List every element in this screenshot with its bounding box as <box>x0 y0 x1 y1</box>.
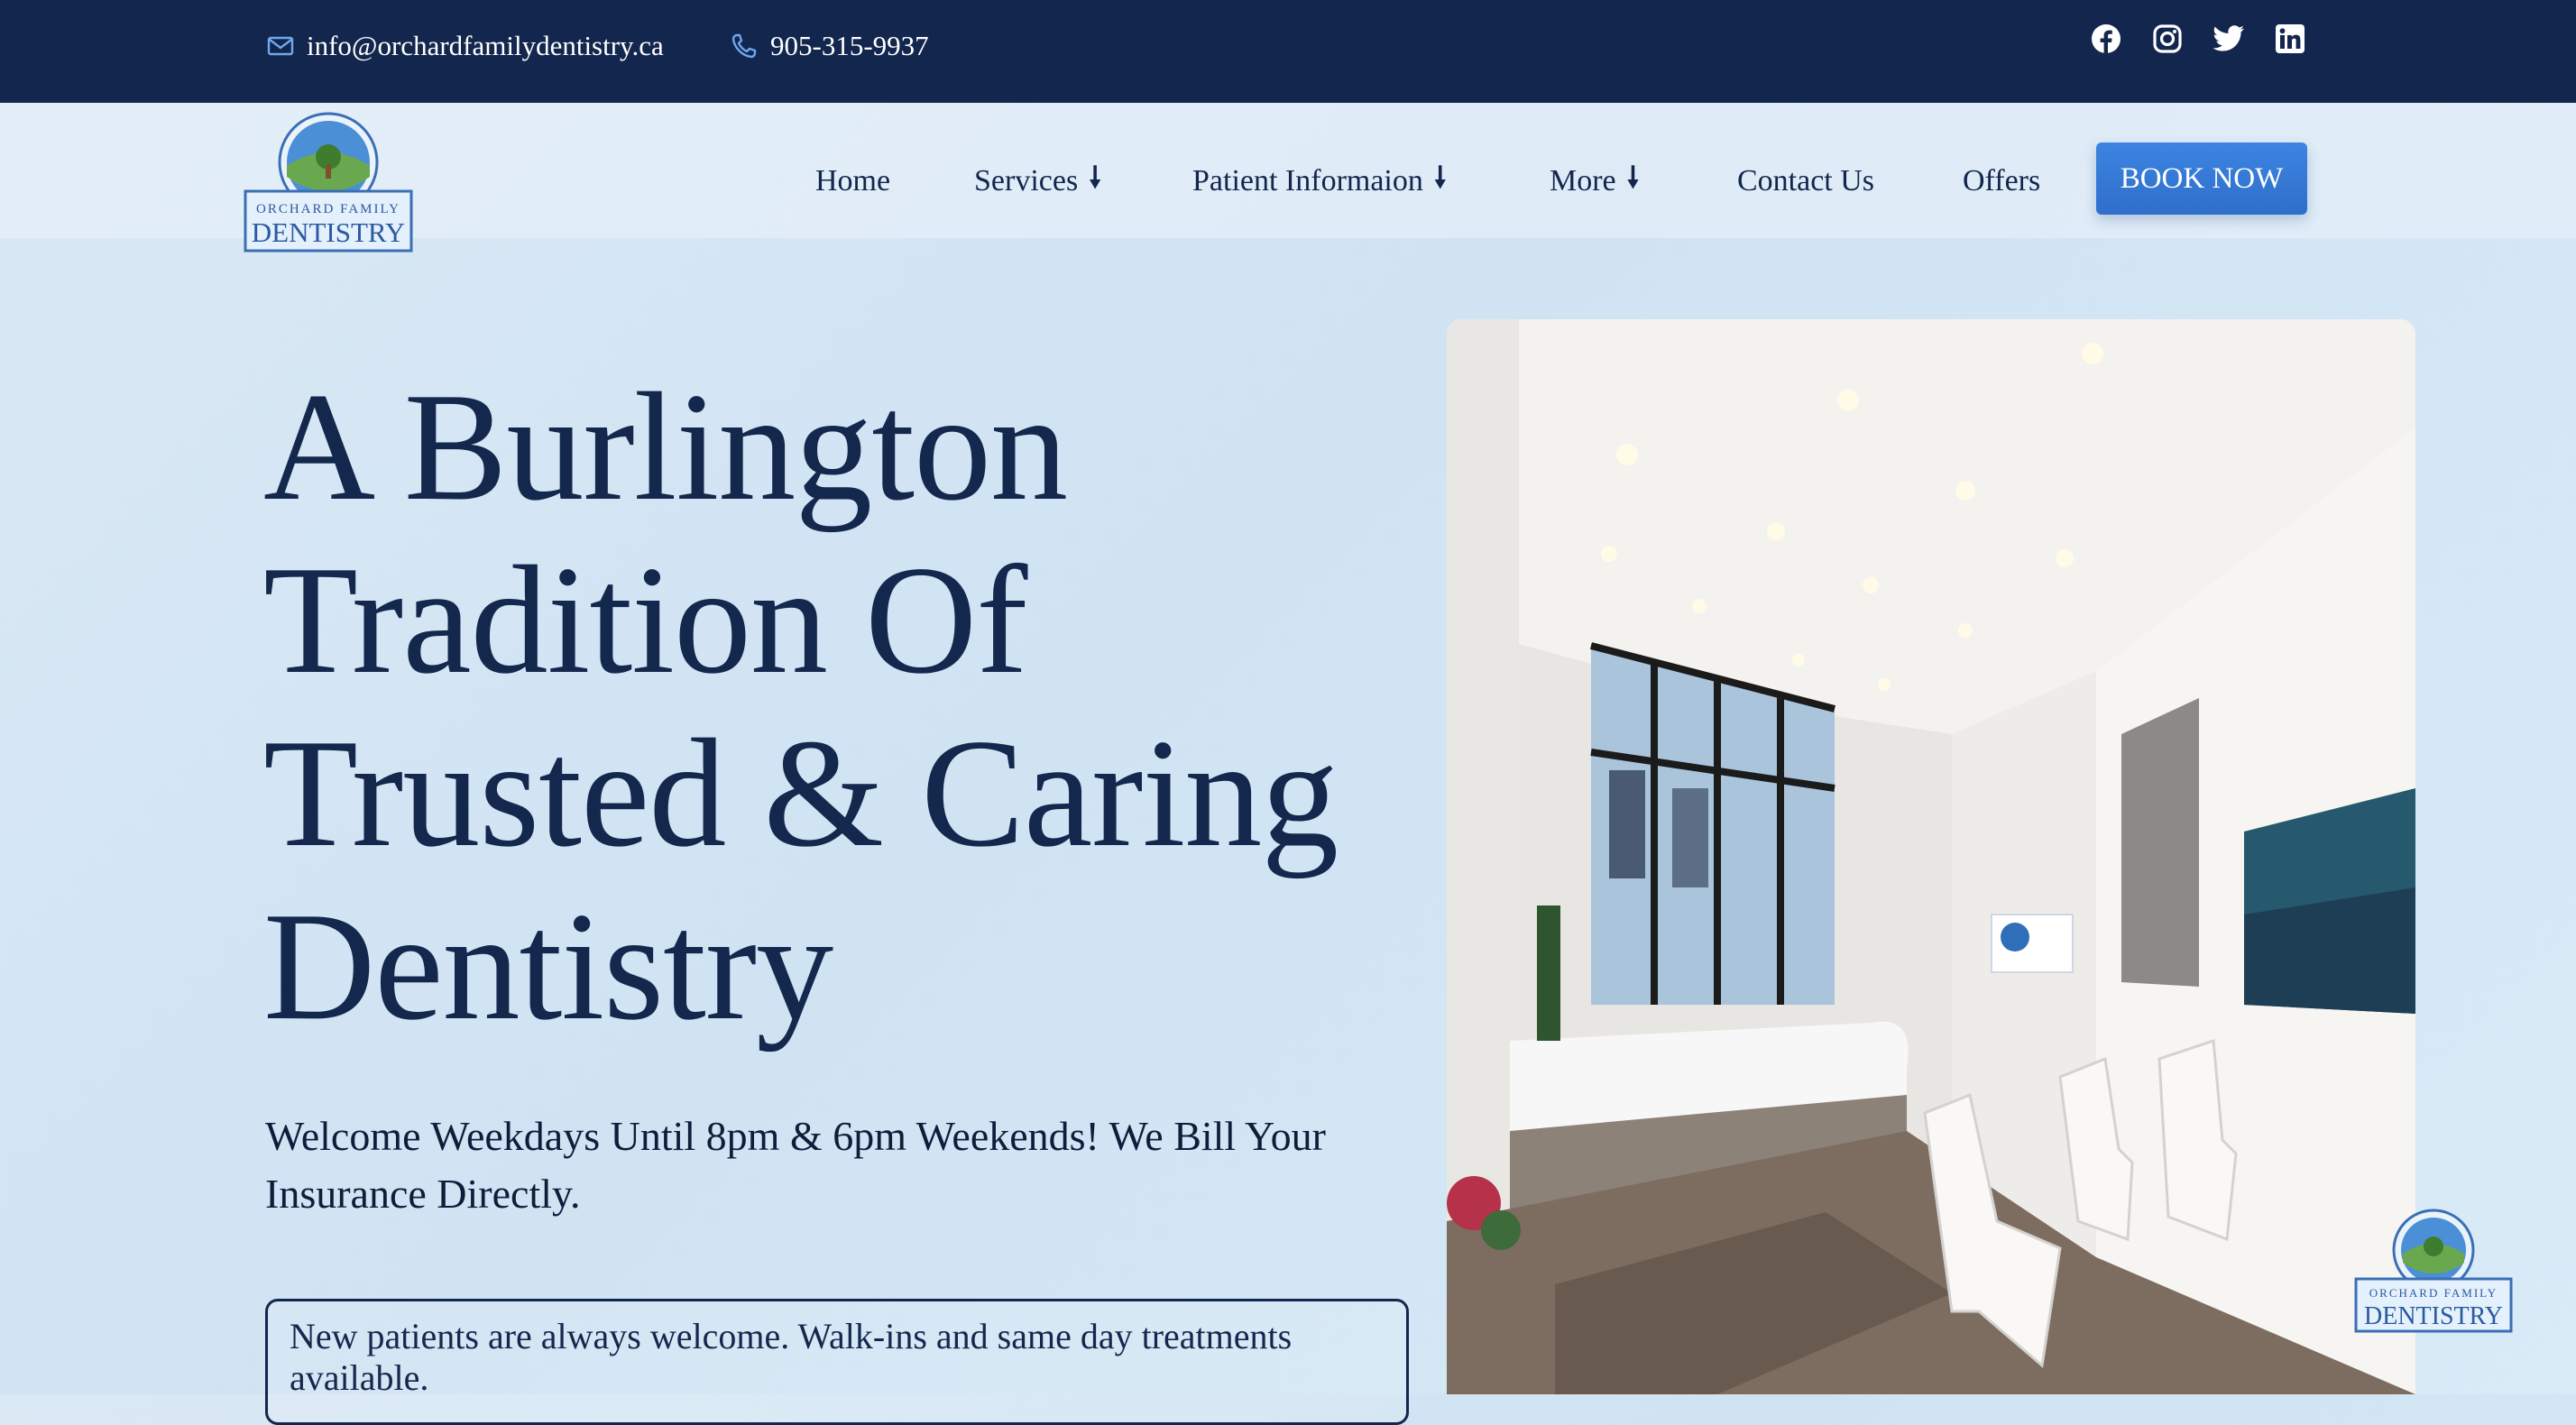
nav-item-label: Home <box>815 164 891 198</box>
clinic-interior-photo <box>1447 319 2415 1394</box>
phone-text: 905-315-9937 <box>770 30 929 61</box>
arrow-down-icon: 🠗 <box>1626 161 1640 193</box>
nav-item-more[interactable]: More 🠗 <box>1550 144 1639 218</box>
nav-item-services[interactable]: Services 🠗 <box>974 144 1101 218</box>
nav-item-label: Offers <box>1963 164 2041 198</box>
hero-subtitle: Welcome Weekdays Until 8pm & 6pm Weekend… <box>265 1113 1326 1217</box>
nav-item-offers[interactable]: Offers <box>1963 144 2040 218</box>
facebook-icon[interactable] <box>2089 22 2123 56</box>
nav-item-home[interactable]: Home <box>815 144 890 218</box>
nav-item-contact-us[interactable]: Contact Us <box>1737 144 1874 218</box>
phone-link[interactable]: 905-315-9937 <box>731 0 929 92</box>
hero-title-line: A Burlington <box>263 362 1068 533</box>
twitter-icon[interactable] <box>2212 22 2246 56</box>
nav-item-label: More <box>1550 164 1616 198</box>
hero-title-line: Trusted & Caring <box>263 708 1339 879</box>
new-patients-notice: New patients are always welcome. Walk-in… <box>265 1299 1409 1425</box>
phone-icon <box>731 33 757 59</box>
email-link[interactable]: info@orchardfamilydentistry.ca <box>267 0 664 92</box>
nav-item-label: Services <box>974 164 1079 198</box>
notice-text: New patients are always welcome. Walk-in… <box>290 1316 1293 1398</box>
email-text: info@orchardfamilydentistry.ca <box>307 30 664 61</box>
social-links <box>2089 22 2307 56</box>
book-now-button[interactable]: BOOK NOW <box>2096 142 2307 215</box>
arrow-down-icon: 🠗 <box>1089 161 1101 193</box>
floating-logo-badge[interactable]: ORCHARD FAMILY DENTISTRY <box>2352 1209 2515 1335</box>
badge-line1: ORCHARD FAMILY <box>2369 1286 2498 1300</box>
hero-title-line: Tradition Of <box>263 535 1028 706</box>
top-bar: info@orchardfamilydentistry.ca 905-315-9… <box>0 0 2576 103</box>
logo-line2: DENTISTRY <box>252 216 406 248</box>
hero-title-line: Dentistry <box>263 881 833 1053</box>
instagram-icon[interactable] <box>2150 22 2185 56</box>
nav-item-patient-information[interactable]: Patient Informaion 🠗 <box>1192 144 1447 218</box>
badge-line2: DENTISTRY <box>2364 1302 2503 1330</box>
mail-icon <box>267 36 294 56</box>
nav-item-label: Patient Informaion <box>1192 164 1423 198</box>
arrow-down-icon: 🠗 <box>1433 161 1447 193</box>
nav-item-label: Contact Us <box>1737 164 1875 198</box>
hero-title: A Burlington Tradition Of Trusted & Cari… <box>263 361 1436 1053</box>
linkedin-icon[interactable] <box>2273 22 2307 56</box>
